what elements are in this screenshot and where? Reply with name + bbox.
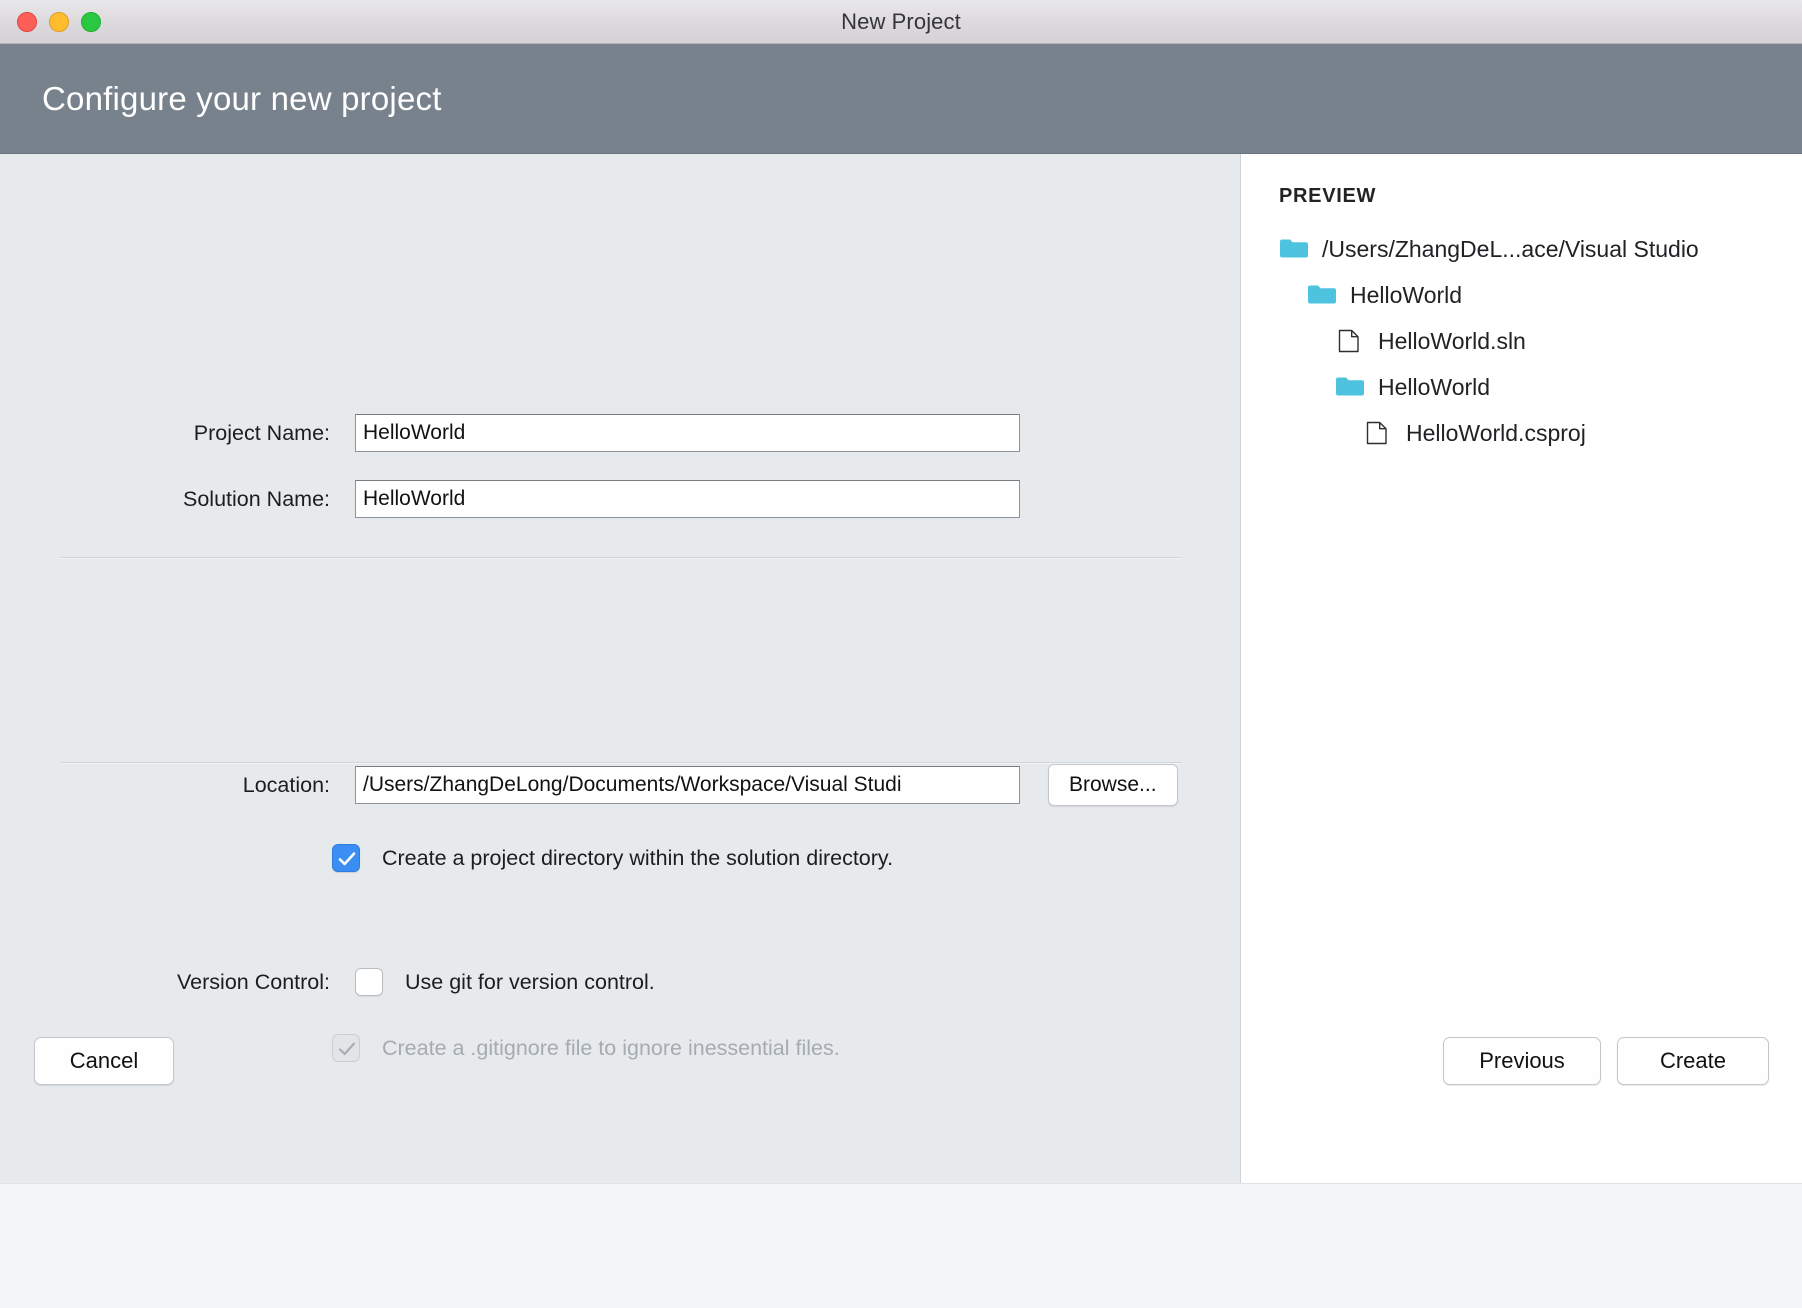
create-gitignore-checkbox: [332, 1034, 360, 1062]
version-control-label: Version Control:: [177, 969, 330, 994]
dialog-header: Configure your new project: [0, 44, 1802, 154]
tree-node-label: HelloWorld.csproj: [1406, 419, 1586, 446]
form-divider-1: [60, 557, 1182, 558]
solution-name-input[interactable]: [355, 480, 1020, 518]
cancel-button[interactable]: Cancel: [34, 1037, 174, 1085]
minimize-button-icon[interactable]: [49, 12, 69, 32]
folder-icon: [1336, 377, 1364, 396]
tree-node-label: HelloWorld.sln: [1378, 327, 1526, 354]
tree-node: HelloWorld.csproj: [1363, 410, 1699, 456]
checkmark-icon: [338, 1042, 356, 1056]
close-button-icon[interactable]: [17, 12, 37, 32]
title-bar: New Project: [0, 0, 1802, 44]
tree-node: HelloWorld: [1307, 272, 1699, 318]
checkmark-icon: [338, 852, 356, 866]
create-project-directory-label: Create a project directory within the so…: [382, 845, 894, 870]
dialog-body: Project Name: Solution Name: Location: B…: [0, 154, 1802, 1183]
project-name-row: Project Name:: [140, 414, 1020, 452]
file-icon: [1366, 421, 1387, 445]
tree-node: HelloWorld: [1335, 364, 1699, 410]
tree-node: HelloWorld.sln: [1335, 318, 1699, 364]
preview-file-tree: /Users/ZhangDeL...ace/Visual Studio Hello…: [1279, 226, 1699, 456]
preview-pane: PREVIEW /Users/ZhangDeL...ace/Visual Stu…: [1241, 154, 1802, 1183]
version-control-row: Version Control: Use git for version con…: [118, 968, 655, 996]
create-gitignore-row: Create a .gitignore file to ignore iness…: [332, 1034, 840, 1062]
create-project-directory-row[interactable]: Create a project directory within the so…: [332, 844, 893, 872]
create-project-directory-checkbox[interactable]: [332, 844, 360, 872]
browse-button[interactable]: Browse...: [1048, 764, 1178, 806]
window-title: New Project: [841, 8, 961, 34]
form-divider-2: [60, 762, 1182, 763]
configuration-form-pane: Project Name: Solution Name: Location: B…: [0, 154, 1241, 1183]
use-git-label: Use git for version control.: [405, 969, 655, 994]
folder-icon: [1280, 239, 1308, 258]
solution-name-row: Solution Name:: [140, 480, 1020, 518]
location-row: Location: Browse...: [140, 764, 1178, 806]
project-name-label: Project Name:: [193, 420, 330, 445]
solution-name-label: Solution Name:: [183, 486, 330, 511]
window-controls: [17, 12, 101, 32]
previous-button[interactable]: Previous: [1443, 1037, 1601, 1085]
location-input[interactable]: [355, 766, 1020, 804]
tree-node: /Users/ZhangDeL...ace/Visual Studio: [1279, 226, 1699, 272]
maximize-button-icon[interactable]: [81, 12, 101, 32]
create-gitignore-label: Create a .gitignore file to ignore iness…: [382, 1035, 840, 1060]
tree-node-label: /Users/ZhangDeL...ace/Visual Studio: [1322, 235, 1699, 262]
folder-icon: [1308, 285, 1336, 304]
new-project-dialog: New Project Configure your new project P…: [0, 0, 1802, 1308]
project-name-input[interactable]: [355, 414, 1020, 452]
preview-heading: PREVIEW: [1279, 185, 1377, 207]
location-label: Location:: [242, 772, 330, 797]
tree-node-label: HelloWorld: [1378, 373, 1491, 400]
dialog-footer: [0, 1183, 1802, 1308]
tree-node-label: HelloWorld: [1350, 281, 1463, 308]
create-button[interactable]: Create: [1617, 1037, 1769, 1085]
file-icon: [1338, 329, 1359, 353]
use-git-checkbox[interactable]: [355, 968, 383, 996]
page-title: Configure your new project: [42, 79, 442, 117]
